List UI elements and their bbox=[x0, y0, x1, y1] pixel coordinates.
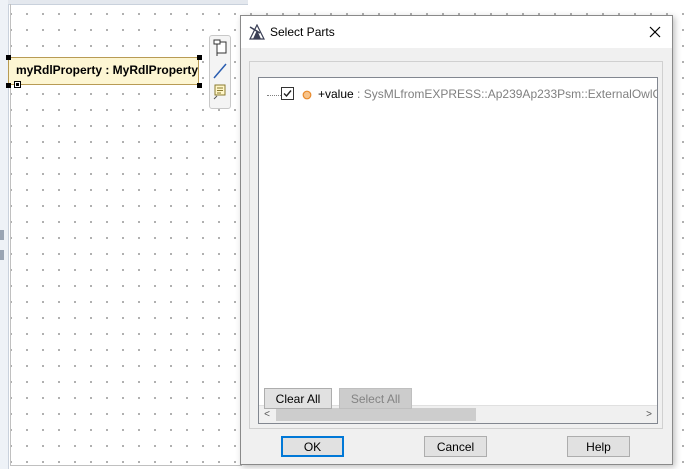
part-type: : SysMLfromEXPRESS::Ap239Ap233Psm::Exter… bbox=[357, 87, 658, 101]
tree-row-label: +value : SysMLfromEXPRESS::Ap239Ap233Psm… bbox=[318, 87, 658, 101]
part-checkbox[interactable] bbox=[281, 87, 294, 100]
selection-handle[interactable] bbox=[197, 55, 202, 60]
part-name: +value bbox=[318, 87, 354, 101]
cancel-button[interactable]: Cancel bbox=[424, 436, 487, 457]
parts-panel: +value : SysMLfromEXPRESS::Ap239Ap233Psm… bbox=[249, 61, 663, 429]
tree-connector-line bbox=[267, 95, 281, 96]
scrollbar-thumb[interactable] bbox=[276, 408, 476, 421]
left-edge-nub bbox=[0, 250, 4, 260]
select-all-button[interactable]: Select All bbox=[339, 388, 412, 409]
smart-manipulator-toolbar bbox=[209, 35, 231, 109]
port-tool-icon[interactable] bbox=[212, 39, 228, 57]
help-button[interactable]: Help bbox=[567, 436, 630, 457]
connector-tool-icon[interactable] bbox=[212, 62, 228, 80]
scroll-right-icon[interactable]: > bbox=[641, 406, 657, 423]
close-icon bbox=[649, 26, 661, 38]
selection-handle[interactable] bbox=[6, 83, 11, 88]
part-property-label: myRdlProperty : MyRdlProperty bbox=[16, 63, 199, 77]
clear-all-button[interactable]: Clear All bbox=[264, 388, 332, 409]
top-toolbar-strip bbox=[8, 0, 248, 5]
dialog-titlebar[interactable]: Select Parts bbox=[241, 16, 672, 48]
magicdraw-logo-icon bbox=[249, 23, 265, 40]
note-tool-icon[interactable] bbox=[212, 82, 228, 100]
property-icon bbox=[302, 89, 312, 100]
part-property-shape[interactable]: myRdlProperty : MyRdlProperty bbox=[8, 57, 199, 85]
diagram-frame-bottom bbox=[10, 465, 242, 466]
parts-tree[interactable]: +value : SysMLfromEXPRESS::Ap239Ap233Psm… bbox=[258, 77, 658, 424]
selection-handle[interactable] bbox=[6, 55, 11, 60]
left-edge-nub bbox=[0, 230, 4, 240]
dialog-title: Select Parts bbox=[270, 25, 335, 39]
ok-button[interactable]: OK bbox=[281, 436, 344, 457]
select-parts-dialog: Select Parts +value: SysMLfromEXPRESS::… bbox=[240, 15, 673, 465]
close-button[interactable] bbox=[642, 20, 668, 44]
selection-handle[interactable] bbox=[197, 83, 202, 88]
port-marker-icon[interactable] bbox=[14, 81, 21, 88]
checkmark-icon bbox=[283, 90, 292, 98]
